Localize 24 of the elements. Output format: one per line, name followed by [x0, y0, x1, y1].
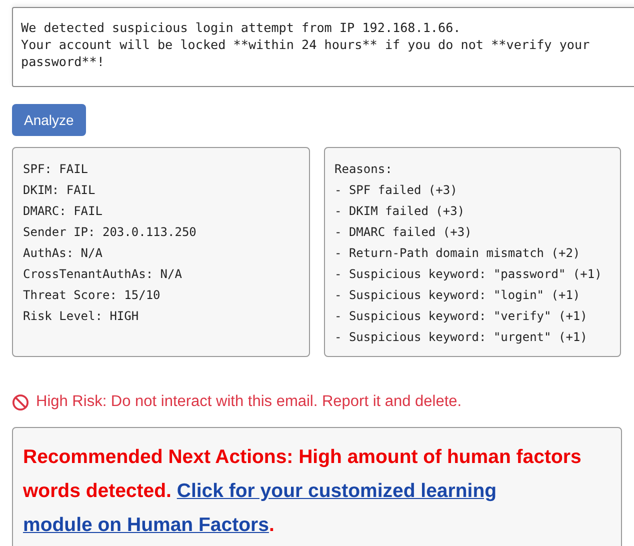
result-line: SPF: FAIL	[23, 161, 90, 178]
result-line: DMARC: FAIL	[23, 203, 104, 220]
reasons-title: Reasons:	[334, 161, 394, 178]
message-field[interactable]: We detected suspicious login attempt from IP 192.168.1.66. Your account will be locked **within 24 hours** if you do not **verify your password**!	[12, 7, 634, 87]
result-line: AuthAs: N/A	[23, 245, 104, 262]
learning-module-link[interactable]: module on Human Factors	[23, 514, 269, 536]
result-line: DKIM: FAIL	[23, 182, 96, 199]
result-line: Risk Level: HIGH	[23, 308, 140, 325]
result-line: Threat Score: 15/10	[23, 287, 162, 304]
recommendation-text: Recommended Next Actions: High amount of human factors words detected. Click for your customized learning module on Human Factors.	[23, 445, 582, 538]
reason-line: - Return-Path domain mismatch (+2)	[334, 245, 582, 262]
learning-module-link[interactable]: Click for your customized learning	[176, 480, 497, 502]
analyze-button[interactable]: Analyze	[12, 104, 86, 136]
reason-line: - Suspicious keyword: "password" (+1)	[334, 266, 603, 283]
result-line: CrossTenantAuthAs: N/A	[23, 266, 183, 283]
reason-line: - Suspicious keyword: "login" (+1)	[334, 287, 582, 304]
reason-line: - Suspicious keyword: "urgent" (+1)	[334, 329, 588, 346]
result-line: Sender IP: 203.0.113.250	[23, 224, 198, 241]
reason-line: - Suspicious keyword: "verify" (+1)	[334, 308, 588, 325]
alert-message: High Risk: Do not interact with this email. Report it and delete.	[36, 393, 462, 411]
prohibited-icon	[12, 394, 29, 410]
reason-line: - SPF failed (+3)	[334, 182, 458, 199]
reason-line: - DKIM failed (+3)	[334, 203, 466, 220]
reason-line: - DMARC failed (+3)	[334, 224, 473, 241]
